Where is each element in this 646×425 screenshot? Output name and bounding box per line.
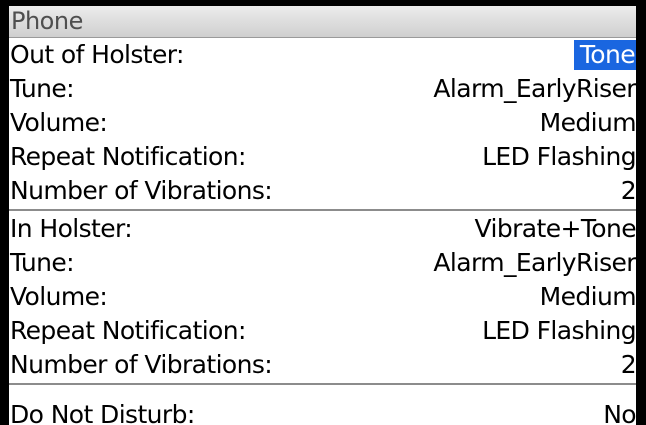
phone-profile-screen: Phone Out of Holster: Tone Tune: Alarm_E… xyxy=(9,6,636,425)
in-holster-row[interactable]: In Holster: Vibrate+Tone xyxy=(9,212,636,246)
out-tune-row[interactable]: Tune: Alarm_EarlyRiser xyxy=(9,72,636,106)
in-volume-row[interactable]: Volume: Medium xyxy=(9,280,636,314)
out-repeat-row[interactable]: Repeat Notification: LED Flashing xyxy=(9,140,636,174)
in-tune-value[interactable]: Alarm_EarlyRiser xyxy=(433,246,636,280)
out-volume-label: Volume: xyxy=(10,108,108,137)
in-tune-label: Tune: xyxy=(10,248,75,277)
do-not-disturb-value[interactable]: No xyxy=(603,398,636,425)
out-vibrations-row[interactable]: Number of Vibrations: 2 xyxy=(9,174,636,208)
page-title: Phone xyxy=(11,7,83,35)
out-tune-label: Tune: xyxy=(10,74,75,103)
in-holster-label: In Holster: xyxy=(10,214,133,243)
out-repeat-label: Repeat Notification: xyxy=(10,142,246,171)
out-vibrations-value[interactable]: 2 xyxy=(621,174,636,208)
do-not-disturb-row[interactable]: Do Not Disturb: No xyxy=(9,398,636,425)
out-of-holster-value[interactable]: Tone xyxy=(573,40,636,70)
in-repeat-row[interactable]: Repeat Notification: LED Flashing xyxy=(9,314,636,348)
section-divider xyxy=(9,383,636,385)
in-volume-label: Volume: xyxy=(10,282,108,311)
in-volume-value[interactable]: Medium xyxy=(540,280,636,314)
in-vibrations-value[interactable]: 2 xyxy=(621,348,636,382)
out-of-holster-label: Out of Holster: xyxy=(10,40,184,69)
in-tune-row[interactable]: Tune: Alarm_EarlyRiser xyxy=(9,246,636,280)
out-of-holster-row[interactable]: Out of Holster: Tone xyxy=(9,38,636,72)
in-repeat-value[interactable]: LED Flashing xyxy=(482,314,636,348)
out-tune-value[interactable]: Alarm_EarlyRiser xyxy=(433,72,636,106)
do-not-disturb-label: Do Not Disturb: xyxy=(10,400,195,425)
out-repeat-value[interactable]: LED Flashing xyxy=(482,140,636,174)
out-vibrations-label: Number of Vibrations: xyxy=(10,176,273,205)
out-volume-row[interactable]: Volume: Medium xyxy=(9,106,636,140)
out-volume-value[interactable]: Medium xyxy=(540,106,636,140)
section-divider xyxy=(9,209,636,211)
title-bar: Phone xyxy=(9,6,636,38)
in-repeat-label: Repeat Notification: xyxy=(10,316,246,345)
in-holster-value[interactable]: Vibrate+Tone xyxy=(475,212,636,246)
in-vibrations-row[interactable]: Number of Vibrations: 2 xyxy=(9,348,636,382)
in-vibrations-label: Number of Vibrations: xyxy=(10,350,273,379)
